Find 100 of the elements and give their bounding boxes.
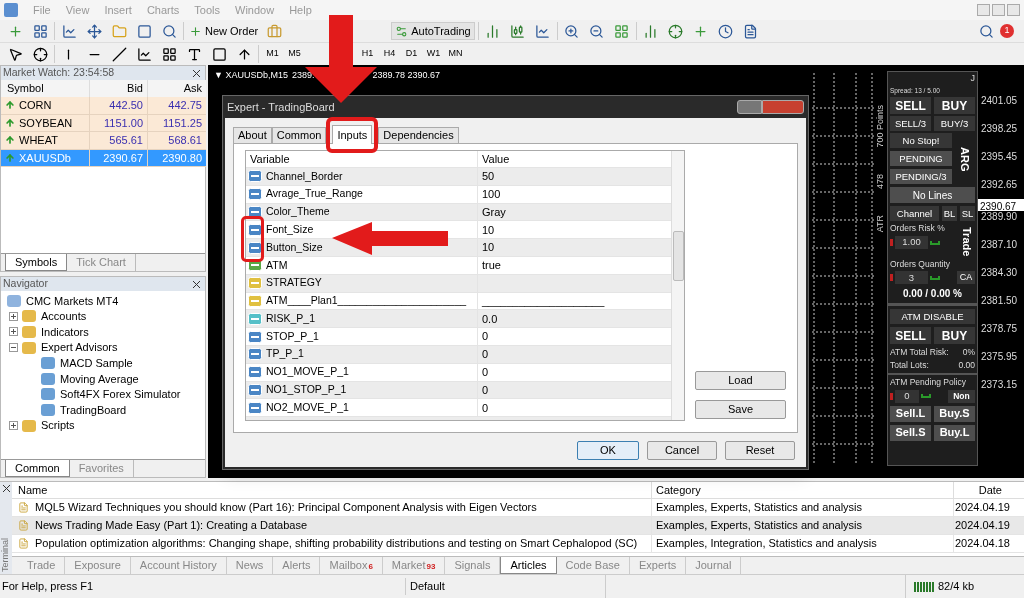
policy-mode-button[interactable]: Non bbox=[948, 389, 975, 403]
table-row[interactable]: Channel_Border 50 bbox=[246, 168, 671, 186]
parameter-value: 50 bbox=[482, 169, 495, 185]
price-label: 2401.05 bbox=[980, 94, 1019, 108]
timeframe-button[interactable]: MN bbox=[445, 45, 466, 63]
table-row[interactable]: STOP_P_1 0 bbox=[246, 328, 671, 346]
timeframe-button[interactable]: M1 bbox=[262, 45, 283, 63]
timeframe-button[interactable]: H1 bbox=[357, 45, 378, 63]
tree-item[interactable]: CMC Markets MT4 bbox=[26, 292, 119, 310]
column-header[interactable]: Ask bbox=[148, 80, 206, 97]
terminal-tab[interactable]: Articles bbox=[500, 557, 557, 574]
new-order-button[interactable]: New Order bbox=[187, 22, 261, 40]
dialog-button[interactable]: Save bbox=[695, 400, 786, 419]
dialog-tab[interactable]: Common bbox=[271, 127, 327, 143]
terminal-tab[interactable]: Market93 bbox=[382, 557, 446, 574]
dialog-button[interactable]: Cancel bbox=[647, 441, 717, 460]
pending-button[interactable]: PENDING bbox=[890, 151, 952, 167]
close-icon[interactable] bbox=[193, 280, 200, 288]
no-stop-button[interactable]: No Stop! bbox=[890, 133, 952, 149]
tree-item[interactable]: Soft4FX Forex Simulator bbox=[60, 386, 181, 403]
dialog-button[interactable]: OK bbox=[577, 441, 639, 460]
policy-field[interactable]: 0 bbox=[895, 389, 919, 403]
increase-icon[interactable] bbox=[921, 394, 931, 399]
sliders-icon bbox=[395, 24, 409, 38]
table-row[interactable]: RISK_P_1 0.0 bbox=[246, 310, 671, 329]
sell-third-button[interactable]: SELL/3 bbox=[890, 116, 931, 132]
tree-item[interactable]: Expert Advisors bbox=[41, 339, 118, 356]
sell-limit-button[interactable]: Sell.L bbox=[890, 405, 931, 422]
price-label: 2378.75 bbox=[980, 322, 1019, 336]
expand-icon[interactable] bbox=[9, 327, 18, 337]
table-cell: 442.75 bbox=[148, 97, 206, 115]
atm-disable-button[interactable]: ATM DISABLE bbox=[890, 309, 975, 325]
close-icon[interactable] bbox=[2, 485, 10, 492]
tree-item[interactable]: MACD Sample bbox=[60, 354, 133, 372]
column-header[interactable]: Bid bbox=[90, 80, 148, 97]
quantity-field[interactable]: 3 bbox=[895, 271, 928, 285]
sell-button[interactable]: SELL bbox=[890, 97, 931, 115]
dialog-tab[interactable]: Dependencies bbox=[378, 127, 459, 143]
increase-icon[interactable] bbox=[930, 240, 940, 245]
notification-badge[interactable]: 1 bbox=[1000, 24, 1014, 38]
expand-icon[interactable] bbox=[9, 311, 18, 321]
article-title[interactable]: MQL5 Wizard Techniques you should know (Part 16): Principal Component Analysis with Eigen Vectors bbox=[12, 499, 652, 517]
price-label: 2375.95 bbox=[980, 350, 1019, 364]
expand-icon[interactable] bbox=[9, 421, 18, 431]
parameter-value: ____________________ bbox=[482, 293, 605, 309]
decrease-icon[interactable] bbox=[890, 392, 893, 400]
buy-limit-button[interactable]: Buy.L bbox=[934, 424, 975, 441]
dialog-button[interactable]: Reset bbox=[725, 441, 795, 460]
table-cell: Examples, Experts, Statistics and analysis bbox=[652, 517, 954, 535]
chart-price: 2389.78 2390.67 bbox=[372, 69, 441, 82]
tree-item[interactable]: Accounts bbox=[41, 308, 87, 325]
table-row[interactable]: NO2_MOVE_P_1 0 bbox=[246, 399, 671, 418]
buy-button[interactable]: BUY bbox=[934, 97, 975, 115]
terminal-tab[interactable]: Mailbox6 bbox=[320, 557, 383, 574]
increase-icon[interactable] bbox=[930, 275, 940, 280]
parameter-name: NO1_STOP_P_1 bbox=[266, 382, 347, 398]
ca-button[interactable]: CA bbox=[957, 271, 975, 285]
chart-price: 2389. bbox=[291, 69, 315, 82]
timeframe-button[interactable]: M5 bbox=[284, 45, 305, 63]
column-header[interactable]: Value bbox=[478, 151, 671, 167]
scroll-thumb[interactable] bbox=[672, 231, 684, 281]
buy-stop-button[interactable]: Buy.S bbox=[934, 405, 975, 422]
column-header[interactable]: Symbol bbox=[1, 80, 90, 97]
decrease-icon[interactable] bbox=[890, 274, 893, 282]
panel-tab[interactable]: Symbols bbox=[5, 254, 68, 271]
column-header[interactable]: Variable bbox=[246, 151, 478, 167]
autotrading-button[interactable]: AutoTrading bbox=[391, 21, 475, 41]
tree-item[interactable]: TradingBoard bbox=[60, 401, 127, 419]
panel-tab[interactable]: Common bbox=[5, 460, 70, 477]
no-lines-button[interactable]: No Lines bbox=[890, 187, 975, 204]
parameter-value: 0 bbox=[482, 347, 489, 363]
risk-field[interactable]: 1.00 bbox=[895, 236, 928, 249]
pending-third-button[interactable]: PENDING/3 bbox=[890, 169, 952, 185]
sl-button[interactable]: SL bbox=[960, 206, 975, 222]
timeframe-button[interactable]: H4 bbox=[379, 45, 400, 63]
table-cell[interactable]: WHEAT bbox=[1, 132, 90, 150]
channel-button[interactable]: Channel bbox=[890, 206, 939, 222]
panel-title: Market Watch: 23:54:58 bbox=[3, 65, 115, 81]
table-cell[interactable]: CORN bbox=[1, 97, 90, 115]
close-icon[interactable] bbox=[193, 69, 200, 77]
plus-icon bbox=[189, 24, 202, 38]
article-title[interactable]: News Trading Made Easy (Part 1): Creating a Database bbox=[12, 517, 652, 535]
dialog-tab[interactable]: Inputs bbox=[332, 125, 373, 144]
tree-item[interactable]: Scripts bbox=[41, 417, 75, 434]
collapse-icon[interactable] bbox=[9, 343, 18, 353]
timeframe-button[interactable]: D1 bbox=[401, 45, 422, 63]
sell-button[interactable]: SELL bbox=[890, 327, 931, 345]
dialog-tab[interactable]: About bbox=[233, 127, 272, 143]
scrollbar[interactable] bbox=[671, 151, 684, 420]
article-title[interactable]: Population optimization algorithms: Changing shape, shifting probability distributions and testing on Smart Cephalopod (SC) bbox=[12, 535, 652, 553]
timeframe-button[interactable]: W1 bbox=[423, 45, 444, 63]
sell-stop-button[interactable]: Sell.S bbox=[890, 424, 931, 441]
corner-label: J bbox=[970, 72, 975, 85]
tree-item[interactable]: Moving Average bbox=[60, 370, 139, 387]
count-label: 93 bbox=[426, 562, 436, 573]
bl-button[interactable]: BL bbox=[942, 206, 957, 222]
tree-item[interactable]: Indicators bbox=[41, 323, 89, 341]
buy-button[interactable]: BUY bbox=[934, 327, 975, 345]
dialog-button[interactable]: Load bbox=[695, 371, 786, 390]
buy-third-button[interactable]: BUY/3 bbox=[934, 116, 975, 132]
